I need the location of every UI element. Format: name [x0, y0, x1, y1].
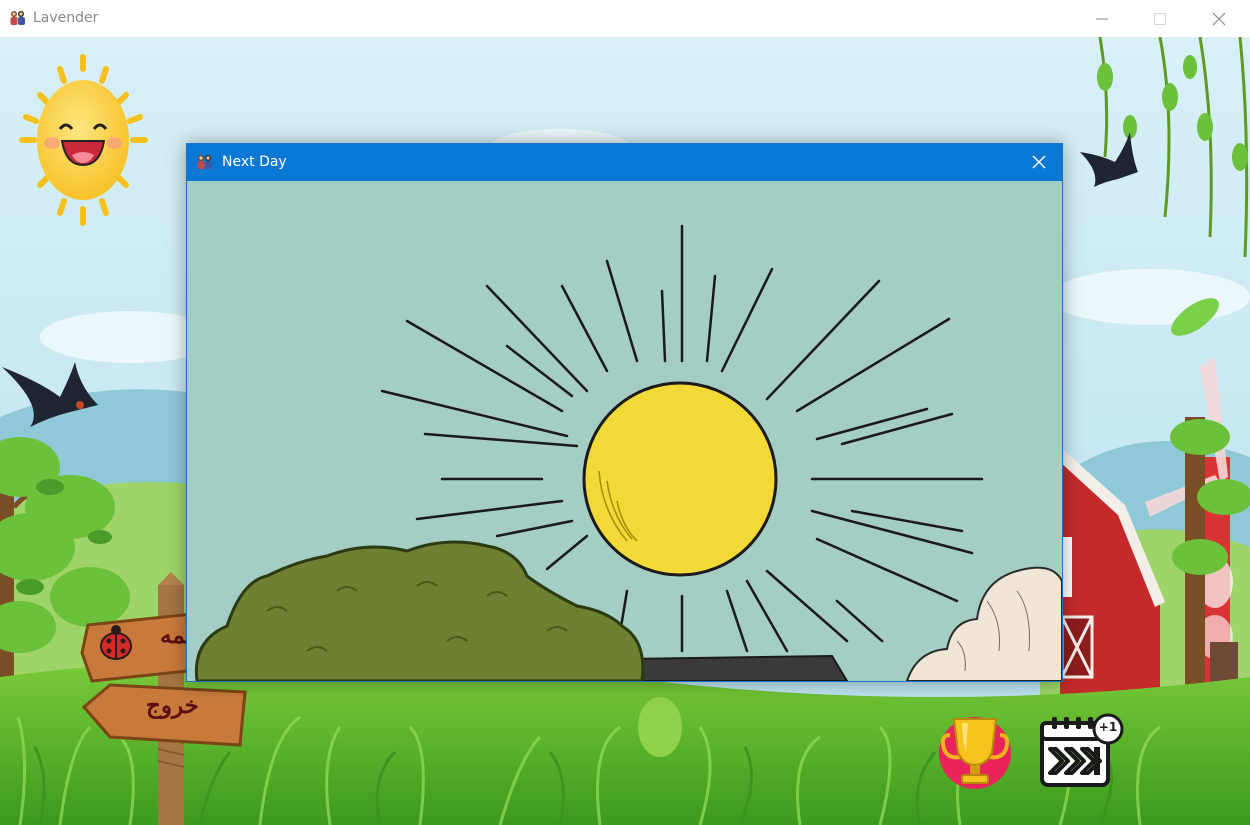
trophy-icon — [939, 717, 1011, 789]
exit-button[interactable]: خروج — [146, 692, 199, 719]
dialog-close-button[interactable] — [1016, 144, 1062, 181]
next-day-dialog: Next Day — [186, 143, 1063, 682]
maximize-button[interactable] — [1131, 0, 1189, 37]
trophy-button[interactable] — [938, 713, 1012, 789]
next-day-badge: +1 — [1098, 720, 1118, 734]
next-day-button[interactable]: +1 — [1038, 713, 1126, 789]
window-title: Lavender — [33, 10, 99, 26]
close-button[interactable] — [1190, 0, 1248, 37]
main-titlebar: Lavender — [0, 0, 1250, 37]
minimize-icon — [1096, 18, 1108, 20]
exit-label: خروج — [146, 692, 199, 719]
minimize-button[interactable] — [1073, 0, 1131, 37]
maximize-icon — [1154, 13, 1166, 25]
close-icon — [1212, 12, 1226, 26]
family-icon — [197, 155, 212, 169]
dialog-titlebar: Next Day — [187, 144, 1062, 181]
family-icon — [10, 11, 25, 25]
sunrise-illustration — [187, 181, 1062, 681]
sunrise-drawing — [187, 181, 1062, 681]
dialog-title: Next Day — [222, 154, 287, 170]
close-icon — [1032, 155, 1046, 169]
